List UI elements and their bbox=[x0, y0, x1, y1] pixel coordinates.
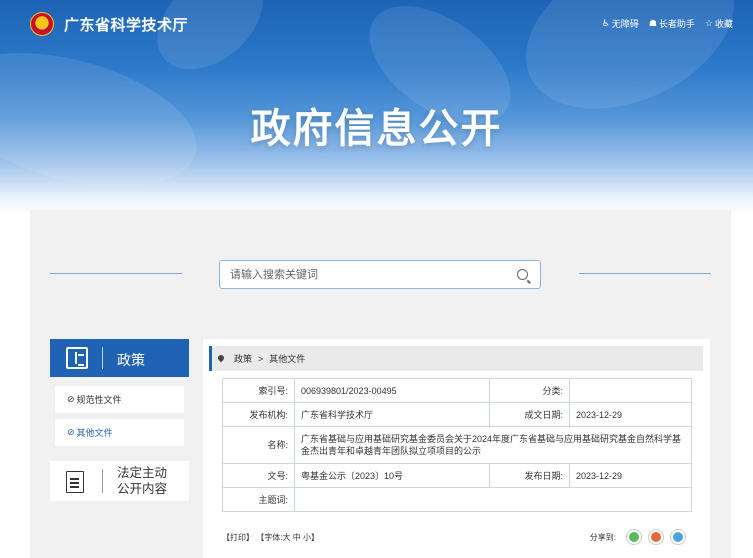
published-date-value: 2023-12-29 bbox=[569, 463, 692, 488]
font-small-link[interactable]: 小 bbox=[303, 533, 311, 542]
sidebar-open-line1: 法定主动 bbox=[117, 466, 168, 480]
sidebar-open-content[interactable]: 法定主动 公开内容 bbox=[50, 461, 189, 501]
index-label: 索引号: bbox=[222, 378, 295, 403]
published-date-label: 发布日期: bbox=[489, 463, 570, 488]
favorite-label: 收藏 bbox=[714, 19, 733, 29]
share-bar: 分享到: bbox=[590, 529, 686, 545]
index-value: 006939801/2023-00495 bbox=[294, 378, 490, 403]
text-tools: 【打印】 【字体:大 中 小】 bbox=[222, 533, 319, 542]
search-input[interactable] bbox=[220, 261, 500, 288]
elder-helper-link[interactable]: ☗ 长者助手 bbox=[649, 17, 695, 30]
accessibility-link[interactable]: ♿ 无障碍 bbox=[602, 17, 639, 30]
category-value bbox=[569, 378, 692, 403]
sidebar-open-divider bbox=[102, 469, 103, 493]
breadcrumb-level2[interactable]: 其他文件 bbox=[269, 352, 305, 365]
issuer-value: 广东省科学技术厅 bbox=[294, 402, 490, 427]
breadcrumb: 政策 > 其他文件 bbox=[209, 346, 703, 371]
issuer-label: 发布机构: bbox=[222, 402, 295, 427]
print-link[interactable]: 【打印】 bbox=[222, 533, 254, 542]
wheelchair-icon: ♿ bbox=[601, 18, 610, 28]
document-meta-table: 索引号: 006939801/2023-00495 分类: 发布机构: 广东省科… bbox=[222, 378, 692, 512]
star-icon: ☆ bbox=[704, 18, 713, 28]
sidebar-item-other[interactable]: ⊘ 其他文件 bbox=[55, 419, 184, 446]
sidebar-open-label: 法定主动 公开内容 bbox=[117, 465, 177, 497]
breadcrumb-level1[interactable]: 政策 bbox=[234, 352, 252, 365]
sidebar-item-normative[interactable]: ⊘ 规范性文件 bbox=[55, 386, 184, 413]
document-icon bbox=[66, 471, 84, 493]
sidebar-open-line2: 公开内容 bbox=[117, 482, 168, 496]
link-icon: ⊘ bbox=[67, 427, 75, 437]
link-icon: ⊘ bbox=[67, 394, 75, 404]
search-divider-left bbox=[50, 273, 182, 274]
created-date-value: 2023-12-29 bbox=[569, 402, 692, 427]
subject-value bbox=[294, 487, 692, 512]
subject-label: 主题词: bbox=[222, 487, 295, 512]
top-tool-links: ♿ 无障碍 ☗ 长者助手 ☆ 收藏 bbox=[602, 17, 733, 30]
doc-number-label: 文号: bbox=[222, 463, 295, 488]
search-icon[interactable] bbox=[517, 269, 528, 280]
elder-icon: ☗ bbox=[648, 18, 657, 28]
search-divider-right bbox=[579, 273, 711, 274]
wechat-icon bbox=[629, 532, 639, 542]
weibo-icon bbox=[651, 532, 661, 542]
sidebar-header-divider bbox=[102, 347, 103, 369]
name-label: 名称: bbox=[222, 426, 295, 464]
sidebar-item-label: 规范性文件 bbox=[76, 395, 122, 405]
table-row: 名称: 广东省基础与应用基础研究基金委员会关于2024年度广东省基础与应用基础研… bbox=[222, 426, 692, 464]
breadcrumb-separator: > bbox=[258, 353, 264, 364]
header-banner: 广东省科学技术厅 ♿ 无障碍 ☗ 长者助手 ☆ 收藏 政府信息公开 bbox=[0, 0, 753, 215]
hero-title: 政府信息公开 bbox=[250, 107, 503, 151]
table-row: 索引号: 006939801/2023-00495 分类: bbox=[222, 378, 692, 403]
share-label: 分享到: bbox=[589, 532, 616, 542]
site-name[interactable]: 广东省科学技术厅 bbox=[64, 14, 188, 35]
sidebar-item-label: 其他文件 bbox=[76, 428, 113, 438]
location-pin-icon bbox=[218, 355, 224, 363]
doc-number-value: 粤基金公示〔2023〕10号 bbox=[294, 463, 490, 488]
weibo-share-icon[interactable] bbox=[648, 529, 664, 545]
table-row: 发布机构: 广东省科学技术厅 成文日期: 2023-12-29 bbox=[222, 402, 692, 427]
name-value: 广东省基础与应用基础研究基金委员会关于2024年度广东省基础与应用基础研究基金自… bbox=[294, 426, 692, 464]
font-size-label: 【字体: bbox=[256, 533, 283, 542]
search-box bbox=[219, 260, 541, 289]
font-size-close: 】 bbox=[310, 533, 319, 542]
qq-icon bbox=[673, 532, 683, 542]
table-row: 主题词: bbox=[222, 487, 692, 512]
sidebar-header[interactable]: 政策 bbox=[50, 339, 189, 377]
book-icon bbox=[66, 347, 88, 369]
national-emblem-icon[interactable] bbox=[30, 12, 54, 36]
article-footer-tools: 【打印】 【字体:大 中 小】 分享到: bbox=[222, 529, 692, 546]
accessibility-label: 无障碍 bbox=[611, 19, 639, 29]
table-row: 文号: 粤基金公示〔2023〕10号 发布日期: 2023-12-29 bbox=[222, 463, 692, 488]
created-date-label: 成文日期: bbox=[489, 402, 570, 427]
sidebar-header-label: 政策 bbox=[117, 352, 145, 368]
font-medium-link[interactable]: 中 bbox=[293, 533, 301, 542]
favorite-link[interactable]: ☆ 收藏 bbox=[705, 17, 733, 30]
wechat-share-icon[interactable] bbox=[626, 529, 642, 545]
qq-share-icon[interactable] bbox=[670, 529, 686, 545]
elder-label: 长者助手 bbox=[658, 19, 695, 29]
font-large-link[interactable]: 大 bbox=[282, 533, 290, 542]
category-label: 分类: bbox=[489, 378, 570, 403]
